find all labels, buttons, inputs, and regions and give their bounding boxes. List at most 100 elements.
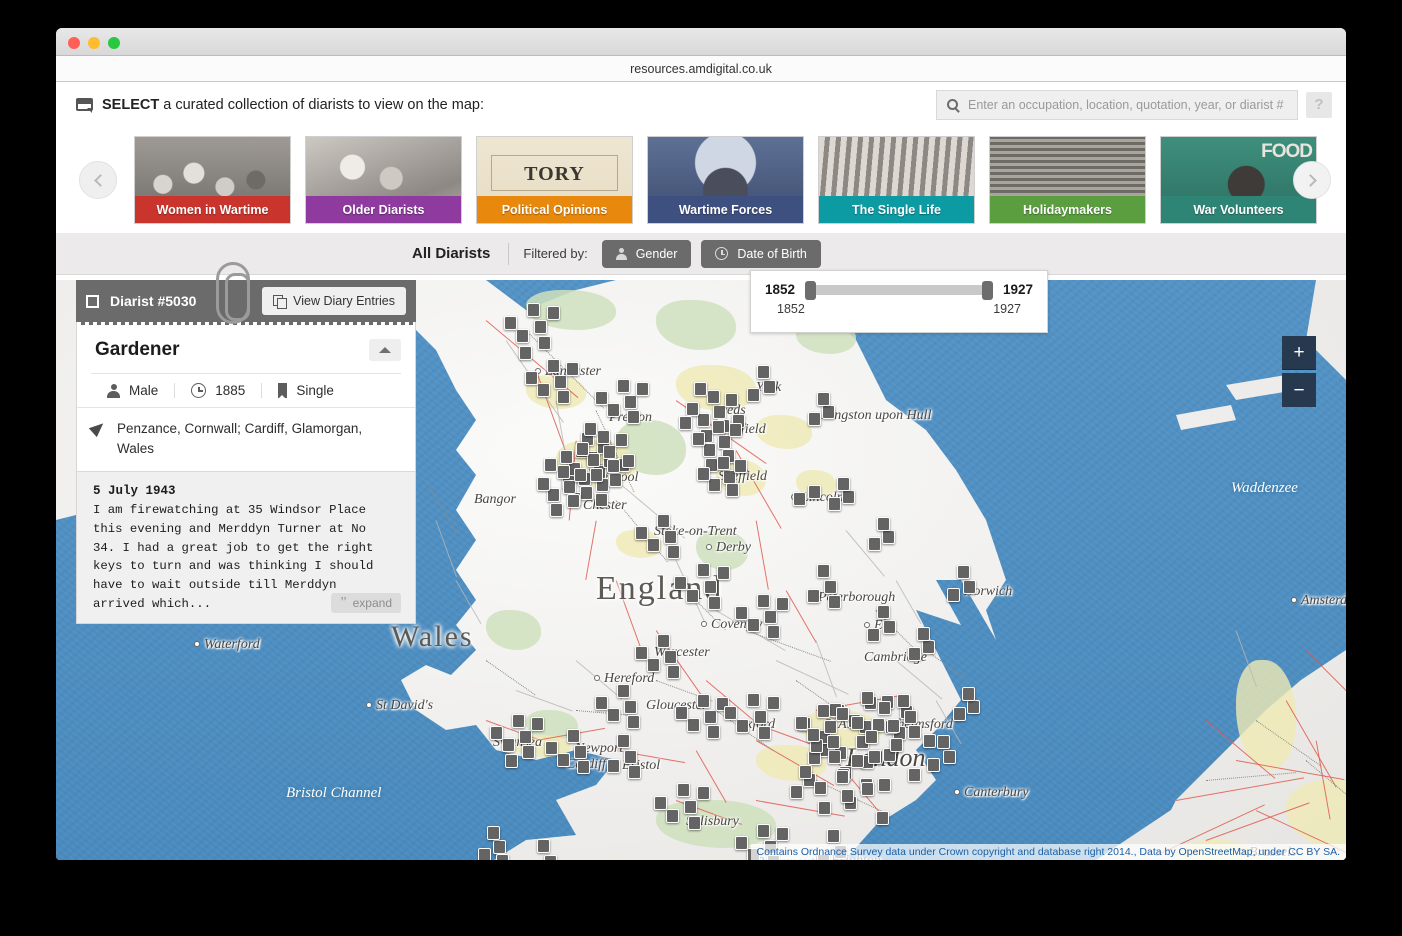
maximize-window-button[interactable]	[108, 37, 120, 49]
map-diarist-pin[interactable]	[877, 700, 891, 715]
map-diarist-pin[interactable]	[943, 750, 957, 764]
map-diarist-pin[interactable]	[536, 476, 550, 491]
map-diarist-pin[interactable]	[937, 735, 951, 750]
map-diarist-pin[interactable]	[606, 403, 620, 418]
collapse-card-button[interactable]	[369, 339, 401, 361]
map-diarist-pin[interactable]	[806, 588, 820, 603]
map-diarist-pin[interactable]	[707, 724, 721, 739]
map-diarist-pin[interactable]	[543, 855, 557, 860]
map-diarist-pin[interactable]	[617, 733, 631, 748]
map-diarist-pin[interactable]	[717, 455, 731, 470]
map-diarist-pin[interactable]	[477, 847, 491, 860]
map-diarist-pin[interactable]	[723, 706, 737, 721]
map-diarist-pin[interactable]	[860, 690, 874, 705]
map-diarist-pin[interactable]	[917, 627, 931, 641]
map-diarist-pin[interactable]	[851, 753, 865, 768]
map-diarist-pin[interactable]	[623, 395, 637, 409]
map-diarist-pin[interactable]	[726, 483, 740, 498]
map-diarist-pin[interactable]	[747, 692, 761, 707]
map-diarist-pin[interactable]	[735, 836, 749, 851]
map-diarist-pin[interactable]	[583, 422, 597, 437]
map-diarist-pin[interactable]	[617, 684, 631, 699]
map-diarist-pin[interactable]	[547, 359, 561, 374]
map-diarist-pin[interactable]	[627, 765, 641, 780]
map-diarist-pin[interactable]	[496, 853, 510, 860]
map-diarist-pin[interactable]	[877, 605, 891, 620]
map-diarist-pin[interactable]	[828, 496, 842, 511]
map-diarist-pin[interactable]	[957, 565, 971, 580]
map-diarist-pin[interactable]	[736, 719, 750, 734]
map-diarist-pin[interactable]	[864, 730, 878, 745]
map-diarist-pin[interactable]	[557, 389, 571, 404]
map-diarist-pin[interactable]	[577, 759, 591, 774]
map-diarist-pin[interactable]	[563, 480, 577, 494]
map-diarist-pin[interactable]	[713, 405, 727, 419]
map-diarist-pin[interactable]	[886, 718, 900, 733]
map-diarist-pin[interactable]	[767, 624, 781, 639]
map-diarist-pin[interactable]	[799, 765, 813, 780]
collection-tile[interactable]: Holidaymakers	[989, 136, 1146, 224]
map-diarist-pin[interactable]	[519, 346, 533, 361]
map-diarist-pin[interactable]	[530, 717, 544, 732]
map-diarist-pin[interactable]	[795, 716, 809, 731]
map-diarist-pin[interactable]	[663, 530, 677, 544]
map-diarist-pin[interactable]	[757, 594, 771, 609]
map-diarist-pin[interactable]	[712, 420, 726, 435]
collection-tile[interactable]: The Single Life	[818, 136, 975, 224]
map-diarist-pin[interactable]	[817, 704, 831, 719]
map-diarist-pin[interactable]	[657, 514, 671, 529]
map-diarist-pin[interactable]	[550, 502, 563, 517]
map-diarist-pin[interactable]	[708, 595, 722, 610]
map-diarist-pin[interactable]	[580, 486, 594, 501]
map-diarist-pin[interactable]	[684, 800, 698, 814]
map-diarist-pin[interactable]	[597, 430, 611, 444]
map-diarist-pin[interactable]	[807, 485, 821, 499]
map-diarist-pin[interactable]	[806, 728, 820, 743]
map-diarist-pin[interactable]	[525, 371, 539, 386]
map-diarist-pin[interactable]	[697, 413, 711, 428]
map-diarist-pin[interactable]	[492, 840, 506, 854]
search-box[interactable]	[936, 89, 1298, 120]
map-diarist-pin[interactable]	[576, 441, 590, 456]
map-diarist-pin[interactable]	[763, 380, 777, 394]
dob-slider-handle-low[interactable]	[805, 280, 817, 300]
close-window-button[interactable]	[68, 37, 80, 49]
carousel-next-button[interactable]	[1293, 161, 1331, 199]
map-diarist-pin[interactable]	[657, 634, 671, 649]
map-diarist-pin[interactable]	[503, 316, 517, 331]
map-diarist-pin[interactable]	[767, 696, 781, 711]
map-diarist-pin[interactable]	[697, 694, 711, 709]
map-diarist-pin[interactable]	[789, 785, 803, 800]
map-diarist-pin[interactable]	[646, 658, 660, 673]
map-diarist-pin[interactable]	[673, 576, 687, 591]
map-diarist-pin[interactable]	[603, 445, 617, 459]
map-diarist-pin[interactable]	[908, 646, 922, 661]
map-diarist-pin[interactable]	[516, 329, 530, 344]
map-diarist-pin[interactable]	[595, 391, 609, 406]
map-diarist-pin[interactable]	[487, 825, 501, 840]
map-diarist-pin[interactable]	[747, 387, 761, 402]
map-diarist-pin[interactable]	[606, 758, 620, 773]
search-input[interactable]	[968, 97, 1287, 112]
map-diarist-pin[interactable]	[860, 782, 874, 797]
map-diarist-pin[interactable]	[589, 468, 603, 483]
map-diarist-pin[interactable]	[547, 306, 561, 321]
map-diarist-pin[interactable]	[729, 423, 743, 438]
map-diarist-pin[interactable]	[707, 389, 721, 404]
map-diarist-pin[interactable]	[627, 409, 641, 424]
collection-tile[interactable]: Political Opinions	[476, 136, 633, 224]
map-diarist-pin[interactable]	[646, 538, 660, 553]
view-diary-entries-button[interactable]: View Diary Entries	[262, 287, 406, 315]
map-diarist-pin[interactable]	[678, 416, 692, 431]
map-diarist-pin[interactable]	[504, 754, 518, 769]
map-diarist-pin[interactable]	[817, 563, 831, 578]
map-diarist-pin[interactable]	[775, 597, 789, 612]
map-diarist-pin[interactable]	[565, 362, 579, 377]
map-diarist-pin[interactable]	[697, 562, 711, 577]
map-diarist-pin[interactable]	[717, 566, 731, 581]
map-diarist-pin[interactable]	[553, 375, 567, 389]
map-diarist-pin[interactable]	[817, 801, 831, 816]
map-diarist-pin[interactable]	[963, 580, 977, 594]
map-diarist-pin[interactable]	[614, 433, 628, 448]
collection-tile[interactable]: Women in Wartime	[134, 136, 291, 224]
